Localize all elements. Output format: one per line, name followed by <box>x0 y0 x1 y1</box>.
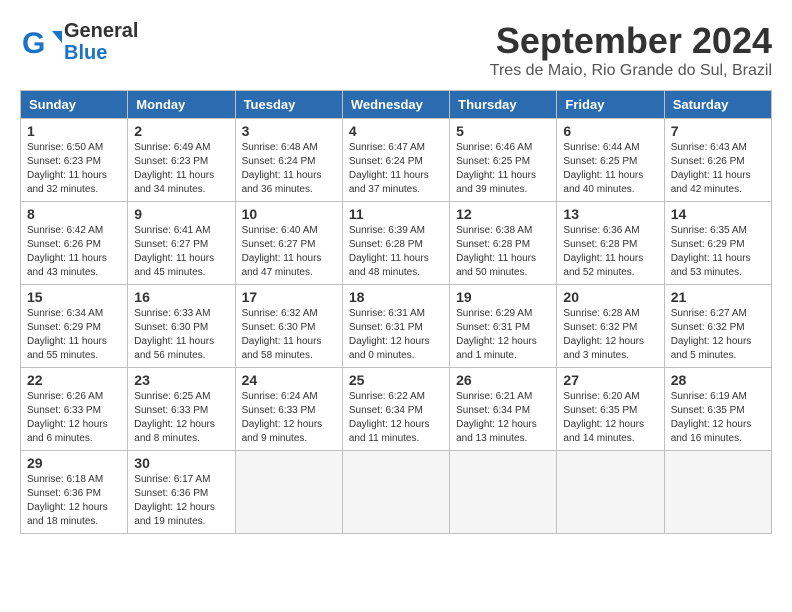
col-tuesday: Tuesday <box>235 91 342 119</box>
day-21: 21 Sunrise: 6:27 AM Sunset: 6:32 PM Dayl… <box>664 285 771 368</box>
day-10: 10 Sunrise: 6:40 AM Sunset: 6:27 PM Dayl… <box>235 202 342 285</box>
day-18: 18 Sunrise: 6:31 AM Sunset: 6:31 PM Dayl… <box>342 285 449 368</box>
empty-cell-2 <box>342 451 449 534</box>
day-22: 22 Sunrise: 6:26 AM Sunset: 6:33 PM Dayl… <box>21 368 128 451</box>
day-24: 24 Sunrise: 6:24 AM Sunset: 6:33 PM Dayl… <box>235 368 342 451</box>
day-8: 8 Sunrise: 6:42 AM Sunset: 6:26 PM Dayli… <box>21 202 128 285</box>
day-12: 12 Sunrise: 6:38 AM Sunset: 6:28 PM Dayl… <box>450 202 557 285</box>
col-monday: Monday <box>128 91 235 119</box>
week-row-2: 8 Sunrise: 6:42 AM Sunset: 6:26 PM Dayli… <box>21 202 772 285</box>
day-20: 20 Sunrise: 6:28 AM Sunset: 6:32 PM Dayl… <box>557 285 664 368</box>
svg-text:G: G <box>22 27 45 60</box>
day-15: 15 Sunrise: 6:34 AM Sunset: 6:29 PM Dayl… <box>21 285 128 368</box>
day-28: 28 Sunrise: 6:19 AM Sunset: 6:35 PM Dayl… <box>664 368 771 451</box>
calendar-table: Sunday Monday Tuesday Wednesday Thursday… <box>20 90 772 534</box>
title-section: September 2024 Tres de Maio, Rio Grande … <box>490 20 772 80</box>
day-1: 1 Sunrise: 6:50 AM Sunset: 6:23 PM Dayli… <box>21 119 128 202</box>
day-19: 19 Sunrise: 6:29 AM Sunset: 6:31 PM Dayl… <box>450 285 557 368</box>
day-17: 17 Sunrise: 6:32 AM Sunset: 6:30 PM Dayl… <box>235 285 342 368</box>
col-sunday: Sunday <box>21 91 128 119</box>
page-header: G General Blue September 2024 Tres de Ma… <box>20 20 772 80</box>
day-3: 3 Sunrise: 6:48 AM Sunset: 6:24 PM Dayli… <box>235 119 342 202</box>
day-27: 27 Sunrise: 6:20 AM Sunset: 6:35 PM Dayl… <box>557 368 664 451</box>
week-row-1: 1 Sunrise: 6:50 AM Sunset: 6:23 PM Dayli… <box>21 119 772 202</box>
day-29: 29 Sunrise: 6:18 AM Sunset: 6:36 PM Dayl… <box>21 451 128 534</box>
day-25: 25 Sunrise: 6:22 AM Sunset: 6:34 PM Dayl… <box>342 368 449 451</box>
day-2: 2 Sunrise: 6:49 AM Sunset: 6:23 PM Dayli… <box>128 119 235 202</box>
calendar-subtitle: Tres de Maio, Rio Grande do Sul, Brazil <box>490 62 772 80</box>
day-9: 9 Sunrise: 6:41 AM Sunset: 6:27 PM Dayli… <box>128 202 235 285</box>
day-5: 5 Sunrise: 6:46 AM Sunset: 6:25 PM Dayli… <box>450 119 557 202</box>
empty-cell-5 <box>664 451 771 534</box>
col-thursday: Thursday <box>450 91 557 119</box>
week-row-4: 22 Sunrise: 6:26 AM Sunset: 6:33 PM Dayl… <box>21 368 772 451</box>
day-26: 26 Sunrise: 6:21 AM Sunset: 6:34 PM Dayl… <box>450 368 557 451</box>
day-23: 23 Sunrise: 6:25 AM Sunset: 6:33 PM Dayl… <box>128 368 235 451</box>
empty-cell-3 <box>450 451 557 534</box>
day-7: 7 Sunrise: 6:43 AM Sunset: 6:26 PM Dayli… <box>664 119 771 202</box>
logo-line1: General <box>64 20 138 42</box>
day-13: 13 Sunrise: 6:36 AM Sunset: 6:28 PM Dayl… <box>557 202 664 285</box>
day-6: 6 Sunrise: 6:44 AM Sunset: 6:25 PM Dayli… <box>557 119 664 202</box>
calendar-title: September 2024 <box>490 20 772 62</box>
day-14: 14 Sunrise: 6:35 AM Sunset: 6:29 PM Dayl… <box>664 202 771 285</box>
day-11: 11 Sunrise: 6:39 AM Sunset: 6:28 PM Dayl… <box>342 202 449 285</box>
col-friday: Friday <box>557 91 664 119</box>
col-saturday: Saturday <box>664 91 771 119</box>
day-16: 16 Sunrise: 6:33 AM Sunset: 6:30 PM Dayl… <box>128 285 235 368</box>
logo-icon: G <box>20 21 62 63</box>
day-30: 30 Sunrise: 6:17 AM Sunset: 6:36 PM Dayl… <box>128 451 235 534</box>
logo: G General Blue <box>20 20 138 64</box>
col-wednesday: Wednesday <box>342 91 449 119</box>
week-row-5: 29 Sunrise: 6:18 AM Sunset: 6:36 PM Dayl… <box>21 451 772 534</box>
logo-line2: Blue <box>64 42 138 64</box>
day-4: 4 Sunrise: 6:47 AM Sunset: 6:24 PM Dayli… <box>342 119 449 202</box>
empty-cell-4 <box>557 451 664 534</box>
empty-cell-1 <box>235 451 342 534</box>
week-row-3: 15 Sunrise: 6:34 AM Sunset: 6:29 PM Dayl… <box>21 285 772 368</box>
